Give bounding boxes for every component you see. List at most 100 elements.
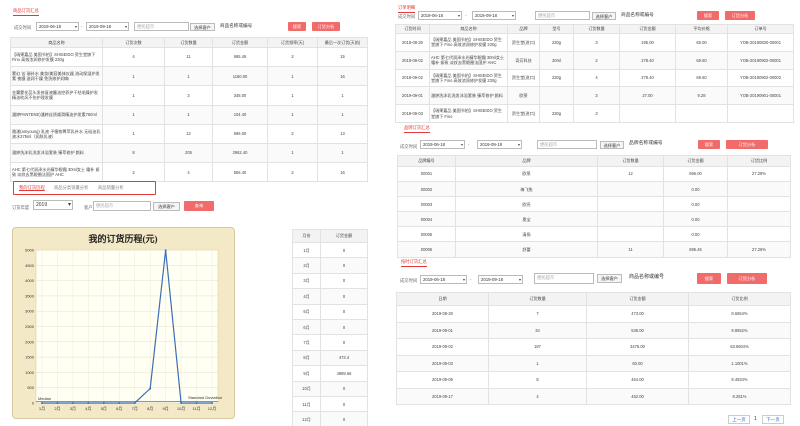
y-tick-label: 3500	[25, 293, 35, 298]
select-customer-button-3[interactable]: 选择客户	[592, 11, 616, 20]
data-point[interactable]	[211, 402, 213, 404]
table-cell: 230g	[539, 104, 574, 123]
data-point[interactable]	[180, 402, 183, 404]
tab-product-order-summary[interactable]: 商品订货汇总	[13, 8, 39, 16]
table-header-row: 日期 订货数量 订货金额 订货比例	[396, 292, 791, 306]
table-cell: 195.00	[619, 33, 676, 52]
order-analysis-button-2[interactable]: 订货分析	[725, 11, 755, 20]
search-button-3[interactable]: 搜索	[698, 140, 720, 149]
table-cell: 11	[164, 46, 213, 68]
next-page-button[interactable]: 下一页	[762, 415, 784, 424]
table-cell: 11	[597, 241, 664, 258]
table-cell: 2	[573, 50, 620, 70]
table-cell: YOB-20190830-00001	[727, 33, 794, 52]
tab-order-detail[interactable]: 订单明细	[398, 5, 416, 13]
date-from-select[interactable]: 2019-06-18 ▾	[36, 22, 79, 31]
table-cell: 潘婷洗沐乳洗发沐浴套装 臻萃修护 颜料	[10, 142, 103, 164]
tab-time-order-summary[interactable]: 按时订货汇总	[401, 259, 427, 267]
data-point[interactable]	[41, 402, 43, 404]
table-cell: 69.60	[675, 68, 728, 88]
data-point[interactable]	[195, 402, 198, 404]
table-cell: 0	[320, 241, 368, 259]
select-customer-button-2[interactable]: 选择客户	[153, 201, 180, 211]
date-to-select[interactable]: 2019-09-18 ▾	[86, 22, 129, 31]
column-header: 型号	[539, 24, 574, 34]
date-from-select-3[interactable]: 2019-06-18 ▾	[420, 140, 465, 149]
select-customer-button-5[interactable]: 选择客户	[597, 274, 622, 283]
table-cell: 00005	[397, 226, 456, 243]
data-point[interactable]	[56, 402, 59, 404]
data-point[interactable]	[133, 402, 136, 404]
tab-brand-order-summary[interactable]: 品牌订货汇总	[404, 125, 430, 133]
product-search-input-3[interactable]: 商品名称或编号	[627, 273, 693, 284]
data-point[interactable]	[102, 402, 105, 404]
table-cell: 16	[317, 66, 368, 87]
data-point[interactable]	[118, 402, 121, 404]
customer-input[interactable]: 便民超市	[134, 22, 189, 31]
table-cell: 0	[320, 395, 368, 413]
search-button[interactable]: 搜索	[288, 22, 306, 31]
table-cell: 1	[267, 66, 318, 87]
table-row: 雅漾(amyoung) 乳液 子植物菁萃乳补水 无硅油乳液水375ml（润肤乳液…	[10, 123, 368, 144]
date-from-select-2[interactable]: 2019-06-18 ▾	[418, 11, 462, 20]
table-cell: 00003	[397, 196, 456, 213]
date-separator: -	[465, 13, 467, 18]
table-cell: 12月	[292, 411, 321, 426]
brand-search-input[interactable]: 品牌名称或编号	[627, 140, 693, 149]
customer-input-5[interactable]: 便民超市	[534, 273, 594, 284]
prev-page-button[interactable]: 上一页	[728, 415, 750, 424]
data-point[interactable]	[71, 402, 74, 404]
table-cell: 1	[102, 66, 165, 87]
y-tick-label: 1500	[25, 355, 35, 360]
customer-input-4[interactable]: 便民超市	[537, 140, 597, 149]
table-row: 2019-09-02 187 3475.00 63.6604%	[396, 338, 791, 356]
chart-title: 我的订货历程(元)	[89, 233, 158, 244]
table-cell: 1	[164, 66, 213, 87]
y-tick-label: 500	[27, 385, 34, 390]
select-customer-button[interactable]: 选择客户	[190, 22, 215, 31]
select-customer-button-4[interactable]: 选择客户	[600, 140, 624, 149]
order-analysis-button[interactable]: 订货分析	[312, 22, 340, 31]
table-row: 2019-09-01 34 538.00 9.8552%	[396, 321, 791, 339]
table-row: 00001 欧莱 12 696.00 27.28%	[397, 165, 791, 183]
table-cell: 16	[317, 162, 368, 183]
product-search-input-2[interactable]: 商品名称或编号	[619, 11, 685, 20]
table-cell: 金翼蒙花蕊头发修复液露油控养护干枯毛躁护发精油吹风不伤护理发膜	[10, 85, 103, 106]
table-row: 2019-09-05 8 464.00 8.4934%	[396, 371, 791, 389]
subtab-category-sales[interactable]: 商品分类销量分析	[54, 185, 88, 191]
data-point[interactable]	[149, 387, 152, 390]
date-from-select-4[interactable]: 2019-06-18 ▾	[420, 275, 467, 284]
current-page[interactable]: 1	[754, 416, 757, 422]
order-year-value: 2019	[36, 202, 48, 208]
date-to-select-4[interactable]: 2019-09-18 ▾	[478, 275, 523, 284]
subtab-order-history[interactable]: 我的订货历程	[19, 185, 45, 191]
order-year-select[interactable]: 2019 ▾	[33, 200, 73, 210]
customer-input-2[interactable]: 便民超市	[93, 201, 151, 211]
chevron-down-icon: ▾	[74, 24, 77, 29]
query-button[interactable]: 查询	[184, 201, 214, 211]
table-cell: 2	[267, 162, 318, 183]
data-point[interactable]	[87, 402, 90, 404]
data-point[interactable]	[164, 249, 167, 252]
order-analysis-button-4[interactable]: 订货分析	[727, 273, 767, 284]
date-to-select-3[interactable]: 2019-09-18 ▾	[477, 140, 522, 149]
table-cell	[597, 226, 664, 243]
table-cell: 潘婷PANTENE)潘婷丝质顺滑精油护发素750ml	[10, 104, 103, 125]
table-cell: 4	[573, 68, 620, 88]
search-button-4[interactable]: 搜索	[697, 273, 721, 284]
table-row: 9月 4989.66	[292, 365, 368, 382]
order-analysis-button-3[interactable]: 订货分析	[726, 140, 768, 149]
table-cell: 11月	[292, 395, 321, 413]
subtab-product-sales[interactable]: 商品销量分析	[98, 185, 124, 191]
date-to-select-2[interactable]: 2019-09-18 ▾	[472, 11, 516, 20]
order-detail-table: 订货时间 商品名称 品牌 型号 订货数量 订货金额 平均价格 订单号 2019-08-30 【瑞…	[395, 24, 794, 123]
table-cell: 1	[488, 354, 587, 372]
order-year-label: 订货年度	[12, 205, 30, 210]
column-header: 品牌	[455, 155, 598, 167]
time-order-table: 日期 订货数量 订货金额 订货比例 2019-08-30 7 473.00 8.6654% 2…	[396, 292, 791, 405]
table-row: 7月 0	[292, 334, 368, 351]
product-search-input[interactable]: 商品名称或编号	[218, 22, 282, 31]
table-cell: 3	[164, 85, 213, 106]
search-button-2[interactable]: 搜索	[697, 11, 719, 20]
customer-input-3[interactable]: 便民超市	[535, 11, 590, 20]
